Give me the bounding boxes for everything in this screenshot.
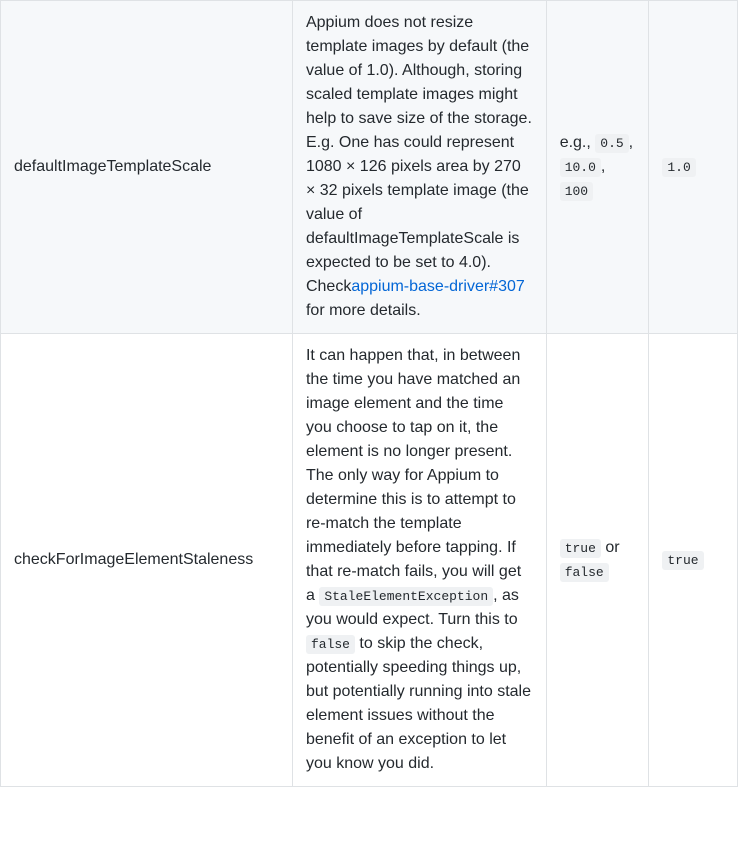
setting-description: Appium does not resize template images b… [292, 1, 546, 334]
value-code: 100 [560, 182, 593, 201]
desc-text: to skip the check, potentially speeding … [306, 635, 531, 772]
exception-code: StaleElementException [319, 587, 493, 606]
value-code: 0.5 [595, 134, 628, 153]
value-code: 10.0 [560, 158, 601, 177]
setting-values: true or false [546, 334, 649, 787]
setting-values: e.g., 0.5, 10.0, 100 [546, 1, 649, 334]
setting-default: true [649, 334, 738, 787]
value-code: false [560, 563, 609, 582]
setting-name: defaultImageTemplateScale [1, 1, 293, 334]
settings-table: defaultImageTemplateScale Appium does no… [0, 0, 738, 787]
desc-text: Appium does not resize template images b… [306, 14, 532, 295]
issue-link[interactable]: appium-base-driver#307 [351, 278, 524, 295]
setting-default: 1.0 [649, 1, 738, 334]
values-joiner: or [601, 539, 620, 556]
value-code: false [306, 635, 355, 654]
table-row: defaultImageTemplateScale Appium does no… [1, 1, 738, 334]
default-code: 1.0 [662, 158, 695, 177]
values-prefix: e.g., [560, 134, 596, 151]
table-row: checkForImageElementStaleness It can hap… [1, 334, 738, 787]
desc-text: It can happen that, in between the time … [306, 347, 521, 604]
default-code: true [662, 551, 703, 570]
setting-name: checkForImageElementStaleness [1, 334, 293, 787]
desc-text: for more details. [306, 302, 421, 319]
value-code: true [560, 539, 601, 558]
setting-description: It can happen that, in between the time … [292, 334, 546, 787]
